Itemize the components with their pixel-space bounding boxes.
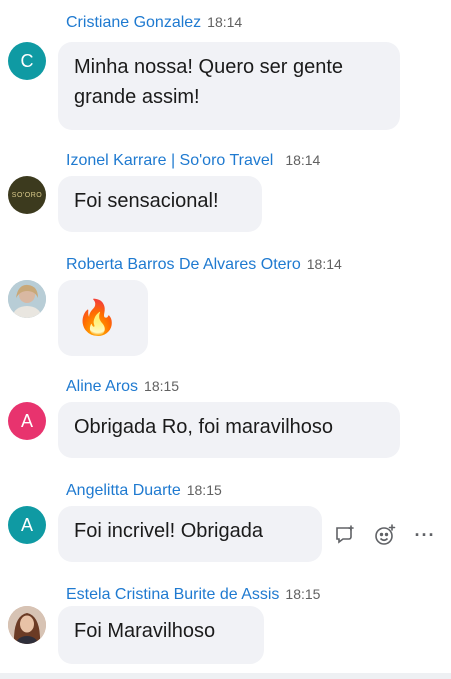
avatar[interactable]: A — [8, 506, 46, 544]
author-name[interactable]: Roberta Barros De Alvares Otero — [66, 256, 301, 273]
message-bubble[interactable]: Minha nossa! Quero ser gente grande assi… — [58, 42, 400, 130]
message-bubble[interactable]: Obrigada Ro, foi maravilhoso — [58, 402, 400, 458]
add-reaction-button[interactable] — [372, 522, 398, 548]
fire-emoji: 🔥 — [76, 299, 119, 337]
divider — [0, 673, 451, 679]
message-bubble[interactable]: Foi incrivel! Obrigada — [58, 506, 322, 562]
photo-avatar-icon — [8, 280, 46, 318]
message-item: SO'ORO Izonel Karrare | So'oro Travel 18:… — [0, 150, 451, 236]
author-name[interactable]: Angelitta Duarte — [66, 482, 181, 499]
message-text: Foi Maravilhoso — [74, 620, 216, 642]
reply-icon — [336, 525, 354, 544]
message-header: Aline Aros 18:15 — [66, 376, 179, 397]
photo-avatar-icon — [8, 606, 46, 644]
message-item: Roberta Barros De Alvares Otero 18:14 🔥 — [0, 254, 451, 358]
message-item: C Cristiane Gonzalez 18:14 Minha nossa! Q… — [0, 12, 451, 132]
more-options-icon: ··· — [414, 524, 436, 545]
message-header: Angelitta Duarte 18:15 — [66, 480, 222, 501]
message-header: Roberta Barros De Alvares Otero 18:14 — [66, 254, 342, 275]
message-item: Estela Cristina Burite de Assis 18:15 Foi… — [0, 584, 451, 670]
message-text: Minha nossa! Quero ser gente grande assi… — [74, 56, 344, 108]
avatar[interactable] — [8, 280, 46, 318]
reply-button[interactable] — [332, 522, 358, 548]
timestamp: 18:14 — [306, 256, 342, 272]
avatar-logo: SO'ORO — [11, 191, 43, 199]
author-name[interactable]: Izonel Karrare | So'oro Travel — [66, 152, 273, 169]
message-header: Cristiane Gonzalez 18:14 — [66, 12, 242, 33]
message-header: Izonel Karrare | So'oro Travel 18:14 — [66, 150, 320, 171]
avatar-letter: A — [20, 410, 33, 431]
author-name[interactable]: Estela Cristina Burite de Assis — [66, 586, 279, 603]
message-header: Estela Cristina Burite de Assis 18:15 — [66, 584, 320, 605]
more-options-button[interactable]: ··· — [412, 522, 438, 548]
avatar[interactable]: C — [8, 42, 46, 80]
avatar[interactable]: SO'ORO — [8, 176, 46, 214]
author-name[interactable]: Cristiane Gonzalez — [66, 14, 201, 31]
message-text: Foi sensacional! — [74, 190, 219, 212]
avatar[interactable] — [8, 606, 46, 644]
avatar-letter: C — [20, 50, 34, 71]
message-bubble[interactable]: Foi sensacional! — [58, 176, 262, 232]
timestamp: 18:15 — [144, 378, 180, 394]
message-text: Obrigada Ro, foi maravilhoso — [74, 416, 334, 438]
message-bubble[interactable]: 🔥 — [58, 280, 148, 356]
chat-thread: C Cristiane Gonzalez 18:14 Minha nossa! Q… — [0, 0, 451, 679]
timestamp: 18:14 — [207, 14, 243, 30]
message-text: Foi incrivel! Obrigada — [74, 520, 263, 542]
timestamp: 18:14 — [285, 152, 321, 168]
avatar-letter: A — [20, 514, 33, 535]
message-item: A Aline Aros 18:15 Obrigada Ro, foi marav… — [0, 376, 451, 462]
add-reaction-icon — [375, 524, 396, 545]
timestamp: 18:15 — [285, 586, 321, 602]
timestamp: 18:15 — [186, 482, 222, 498]
author-name[interactable]: Aline Aros — [66, 378, 138, 395]
avatar[interactable]: A — [8, 402, 46, 440]
message-bubble[interactable]: Foi Maravilhoso — [58, 606, 264, 664]
message-hover-actions: ··· — [332, 520, 438, 550]
